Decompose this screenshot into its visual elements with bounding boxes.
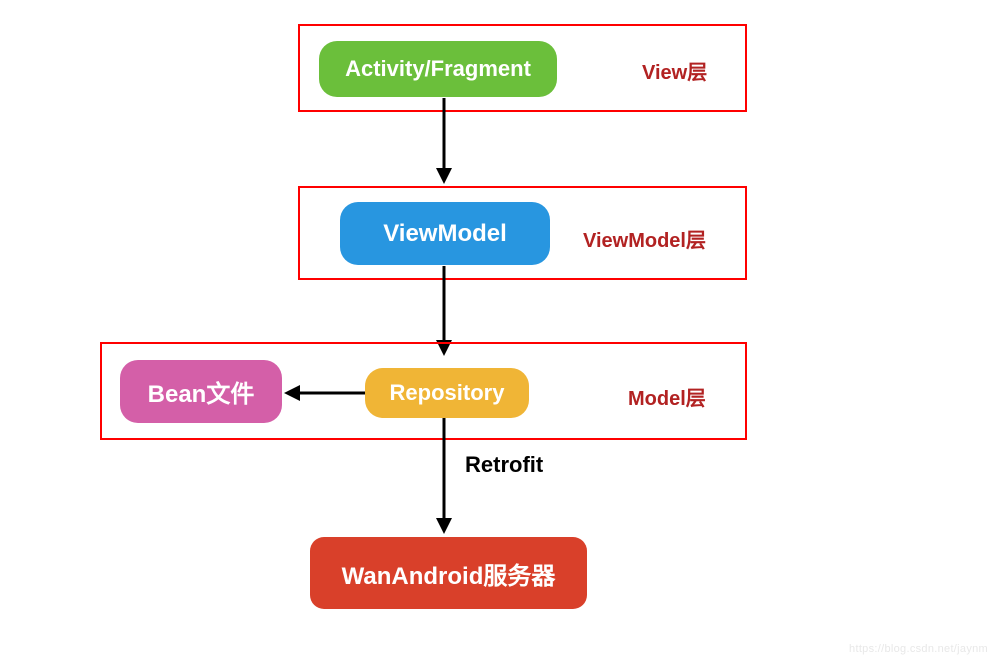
repository-text: Repository: [390, 380, 505, 406]
activity-fragment-text: Activity/Fragment: [345, 56, 531, 82]
activity-fragment-node: Activity/Fragment: [319, 41, 557, 97]
arrow-view-to-viewmodel: [430, 98, 458, 186]
viewmodel-layer-label: ViewModel层: [583, 224, 706, 253]
server-node: WanAndroid服务器: [310, 537, 587, 609]
server-text: WanAndroid服务器: [342, 556, 556, 591]
repository-node: Repository: [365, 368, 529, 418]
retrofit-label: Retrofit: [465, 452, 543, 478]
model-layer-label: Model层: [628, 382, 706, 411]
viewmodel-text: ViewModel: [383, 220, 507, 248]
watermark-text: https://blog.csdn.net/jaynm: [849, 643, 988, 655]
arrow-repository-to-server: [430, 418, 458, 536]
bean-text: Bean文件: [148, 374, 255, 409]
viewmodel-node: ViewModel: [340, 202, 550, 265]
arrow-repository-to-bean: [282, 382, 365, 404]
bean-node: Bean文件: [120, 360, 282, 423]
view-layer-label: View层: [642, 56, 707, 85]
